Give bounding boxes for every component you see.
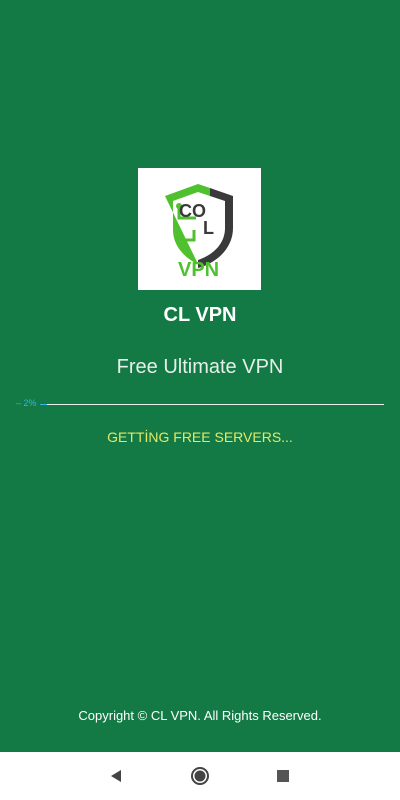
back-button[interactable] (104, 764, 128, 788)
copyright-text: Copyright © CL VPN. All Rights Reserved. (78, 708, 322, 723)
logo-letter-l: L (203, 218, 214, 238)
back-triangle-icon (111, 770, 121, 782)
home-circle-icon (191, 767, 209, 785)
progress-bar (40, 404, 384, 405)
app-logo: CO L VPN (138, 168, 261, 290)
system-navigation-bar (0, 752, 400, 800)
progress-fill (40, 404, 47, 405)
progress-percent-value: 2% (23, 398, 37, 408)
shield-logo-icon: CO L VPN (165, 184, 233, 281)
app-name: CL VPN (163, 304, 237, 326)
progress-percent: – 2% (16, 398, 37, 408)
home-button[interactable] (188, 764, 212, 788)
progress-dash: – (16, 398, 24, 408)
app-tagline: Free Ultimate VPN (116, 356, 284, 378)
logo-letters-co: CO (179, 201, 206, 221)
recent-apps-button[interactable] (271, 764, 295, 788)
splash-screen: CO L VPN CL VPN Free Ultimate VPN – 2% G… (0, 0, 400, 752)
logo-vpn-text: VPN (178, 259, 219, 281)
loading-status: GETTİNG FREE SERVERS... (107, 429, 293, 445)
recent-square-icon (277, 770, 289, 782)
